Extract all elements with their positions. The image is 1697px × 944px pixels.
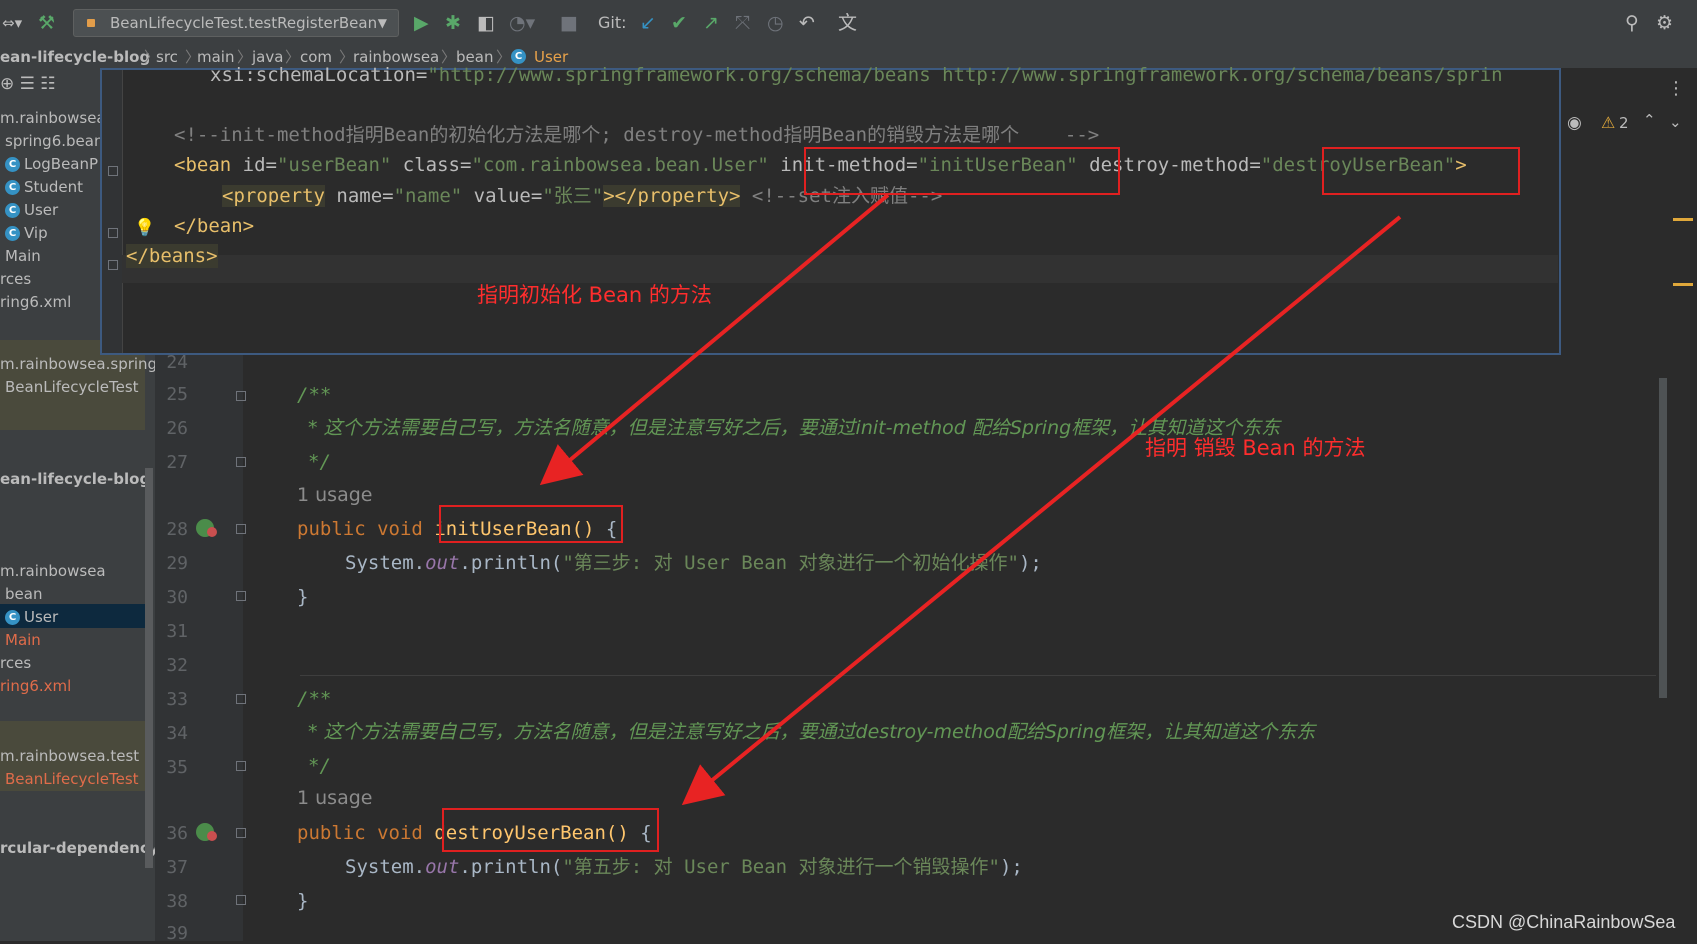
annotation-destroy-label: 指明 销毁 Bean 的方法 bbox=[1145, 436, 1366, 460]
annotation-arrows bbox=[539, 193, 1402, 806]
annotation-init-label: 指明初始化 Bean 的方法 bbox=[477, 283, 712, 307]
arrow-to-init-method bbox=[539, 193, 890, 486]
arrow-to-destroy-method bbox=[681, 215, 1402, 806]
watermark: CSDN @ChinaRainbowSea bbox=[1452, 912, 1676, 932]
